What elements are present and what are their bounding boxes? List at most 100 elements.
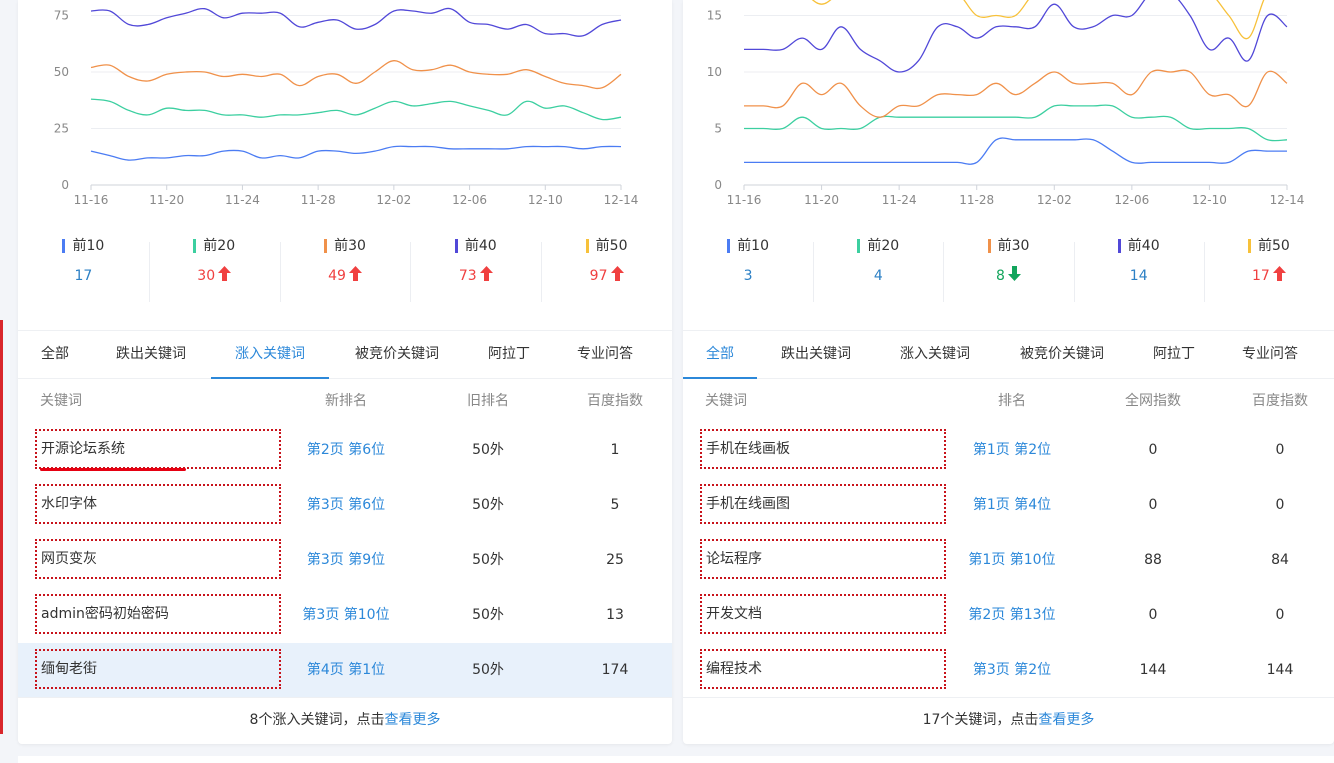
rank-link[interactable]: 第3页 第10位 bbox=[286, 588, 406, 643]
header-keyword: 关键词 bbox=[40, 393, 82, 409]
tab-bidding-keywords[interactable]: 被竞价关键词 bbox=[338, 331, 456, 378]
baidu-index-cell: 13 bbox=[606, 607, 624, 623]
tab-aladdin[interactable]: 阿拉丁 bbox=[473, 331, 545, 378]
keyword-cell[interactable]: 网页变灰 bbox=[35, 539, 281, 579]
table-header: 关键词 新排名 旧排名 百度指数 bbox=[18, 378, 672, 424]
stat-top20: 前20 30 bbox=[148, 236, 280, 310]
x-tick-label: 12-02 bbox=[1037, 193, 1072, 207]
rank-link[interactable]: 第3页 第6位 bbox=[286, 478, 406, 533]
old-rank-cell: 50外 bbox=[472, 442, 504, 458]
series-group bbox=[90, 7, 622, 161]
table-row[interactable]: 论坛程序 第1页 第10位 88 84 bbox=[683, 533, 1334, 588]
next-panel-edge bbox=[18, 756, 1334, 763]
legend-swatch bbox=[585, 239, 589, 253]
ranking-trend-chart-svg: 0 25 50 75 11-16 11-20 11-24 11-28 12-02 12-06 12-… bbox=[54, 7, 638, 207]
ranking-trend-chart-svg: 0 5 10 15 11-16 11-20 11-24 11-28 12-02 12-06 12-1… bbox=[707, 0, 1305, 207]
tab-bidding-keywords[interactable]: 被竞价关键词 bbox=[1003, 331, 1121, 378]
legend-swatch bbox=[62, 239, 66, 253]
stat-top50: 前50 17 bbox=[1203, 236, 1334, 310]
tab-rising-keywords[interactable]: 涨入关键词 bbox=[211, 331, 329, 379]
tab-dropped-keywords[interactable]: 跌出关键词 bbox=[92, 331, 210, 378]
tab-dropped-keywords[interactable]: 跌出关键词 bbox=[757, 331, 875, 378]
x-tick-label: 12-06 bbox=[1114, 193, 1149, 207]
table-row[interactable]: 水印字体 第3页 第6位 50外 5 bbox=[18, 478, 672, 533]
table-row-hovered[interactable]: 缅甸老街 第4页 第1位 50外 174 bbox=[18, 643, 672, 698]
rank-link[interactable]: 第3页 第9位 bbox=[286, 533, 406, 588]
rank-link[interactable]: 第2页 第6位 bbox=[286, 423, 406, 478]
legend-swatch bbox=[1248, 239, 1251, 253]
stat-value: 30 bbox=[197, 268, 216, 284]
panel-rising-keywords: 0 25 50 75 11-16 11-20 11-24 11-28 12-02 12-06 12-… bbox=[18, 0, 672, 744]
keyword-cell[interactable]: 开发文档 bbox=[700, 594, 946, 634]
keyword-cell[interactable]: 缅甸老街 bbox=[35, 649, 281, 689]
keyword-cell[interactable]: 手机在线画图 bbox=[700, 484, 946, 524]
ranking-trend-chart: 0 5 10 15 11-16 11-20 11-24 11-28 12-02 12-06 12-1… bbox=[683, 0, 1334, 220]
table-row[interactable]: 编程技术 第3页 第2位 144 144 bbox=[683, 643, 1334, 698]
keyword-cell[interactable]: 论坛程序 bbox=[700, 539, 946, 579]
header-baidu-index: 百度指数 bbox=[1252, 393, 1308, 409]
y-tick-label: 50 bbox=[54, 65, 69, 79]
tab-aladdin[interactable]: 阿拉丁 bbox=[1138, 331, 1210, 378]
tab-all[interactable]: 全部 bbox=[683, 331, 757, 379]
header-network-index: 全网指数 bbox=[1125, 393, 1181, 409]
legend-swatch bbox=[727, 239, 731, 253]
x-tick-label: 11-20 bbox=[149, 193, 184, 207]
rank-link[interactable]: 第3页 第2位 bbox=[952, 643, 1072, 698]
legend-swatch bbox=[857, 239, 861, 253]
baidu-index-cell: 144 bbox=[1266, 662, 1294, 678]
keyword-cell[interactable]: 手机在线画板 bbox=[700, 429, 946, 469]
x-tick-label: 11-16 bbox=[74, 193, 109, 207]
stat-value: 3 bbox=[743, 268, 753, 284]
header-baidu-index: 百度指数 bbox=[587, 393, 643, 409]
keyword-cell[interactable]: 编程技术 bbox=[700, 649, 946, 689]
rank-link[interactable]: 第1页 第4位 bbox=[952, 478, 1072, 533]
table-row[interactable]: 手机在线画板 第1页 第2位 0 0 bbox=[683, 423, 1334, 478]
rank-link[interactable]: 第1页 第10位 bbox=[952, 533, 1072, 588]
tab-all[interactable]: 全部 bbox=[18, 331, 92, 378]
rank-link[interactable]: 第2页 第13位 bbox=[952, 588, 1072, 643]
stat-label: 前50 bbox=[1258, 238, 1290, 254]
legend-swatch bbox=[193, 239, 197, 253]
keyword-cell[interactable]: 水印字体 bbox=[35, 484, 281, 524]
network-index-cell: 144 bbox=[1139, 662, 1167, 678]
stat-label: 前20 bbox=[867, 238, 900, 254]
header-keyword: 关键词 bbox=[705, 393, 747, 409]
arrow-up-icon bbox=[610, 265, 624, 287]
tab-professional-qa[interactable]: 专业问答 bbox=[1224, 331, 1316, 378]
x-tick-label: 11-28 bbox=[959, 193, 994, 207]
keyword-cell[interactable]: 开源论坛系统 bbox=[35, 429, 281, 469]
rank-link[interactable]: 第4页 第1位 bbox=[286, 643, 406, 698]
ranking-trend-chart: 0 25 50 75 11-16 11-20 11-24 11-28 12-02 12-06 12-… bbox=[18, 0, 672, 220]
stat-top10: 前10 3 bbox=[683, 236, 813, 310]
table-row[interactable]: 开源论坛系统 第2页 第6位 50外 1 bbox=[18, 423, 672, 478]
x-tick-label: 12-06 bbox=[452, 193, 487, 207]
stat-label: 前50 bbox=[595, 238, 628, 254]
keyword-tabs: 全部 跌出关键词 涨入关键词 被竞价关键词 阿拉丁 专业问答 bbox=[683, 330, 1334, 379]
baidu-index-cell: 0 bbox=[1275, 607, 1285, 623]
x-tick-label: 12-02 bbox=[376, 193, 411, 207]
red-underline-annotation bbox=[40, 468, 186, 471]
rank-link[interactable]: 第1页 第2位 bbox=[952, 423, 1072, 478]
table-row[interactable]: 开发文档 第2页 第13位 0 0 bbox=[683, 588, 1334, 643]
series-line-前10 bbox=[90, 145, 622, 161]
keyword-cell[interactable]: admin密码初始密码 bbox=[35, 594, 281, 634]
baidu-index-cell: 5 bbox=[610, 497, 620, 513]
tab-professional-qa[interactable]: 专业问答 bbox=[559, 331, 651, 378]
header-rank: 排名 bbox=[998, 393, 1026, 409]
stat-label: 前10 bbox=[72, 238, 105, 254]
x-tick-label: 12-14 bbox=[1270, 193, 1305, 207]
keyword-tabs: 全部 跌出关键词 涨入关键词 被竞价关键词 阿拉丁 专业问答 bbox=[18, 330, 672, 379]
view-more-link[interactable]: 查看更多 bbox=[1038, 712, 1094, 728]
x-tick-label: 12-10 bbox=[1192, 193, 1227, 207]
table-row[interactable]: 手机在线画图 第1页 第4位 0 0 bbox=[683, 478, 1334, 533]
y-tick-label: 5 bbox=[714, 122, 722, 136]
stat-top10: 前10 17 bbox=[18, 236, 149, 310]
old-rank-cell: 50外 bbox=[472, 497, 504, 513]
view-more-link[interactable]: 查看更多 bbox=[384, 712, 440, 728]
tab-rising-keywords[interactable]: 涨入关键词 bbox=[876, 331, 994, 378]
table-row[interactable]: admin密码初始密码 第3页 第10位 50外 13 bbox=[18, 588, 672, 643]
series-line-前30 bbox=[90, 60, 622, 90]
y-tick-label: 10 bbox=[707, 65, 722, 79]
table-row[interactable]: 网页变灰 第3页 第9位 50外 25 bbox=[18, 533, 672, 588]
y-tick-label: 0 bbox=[714, 178, 722, 192]
